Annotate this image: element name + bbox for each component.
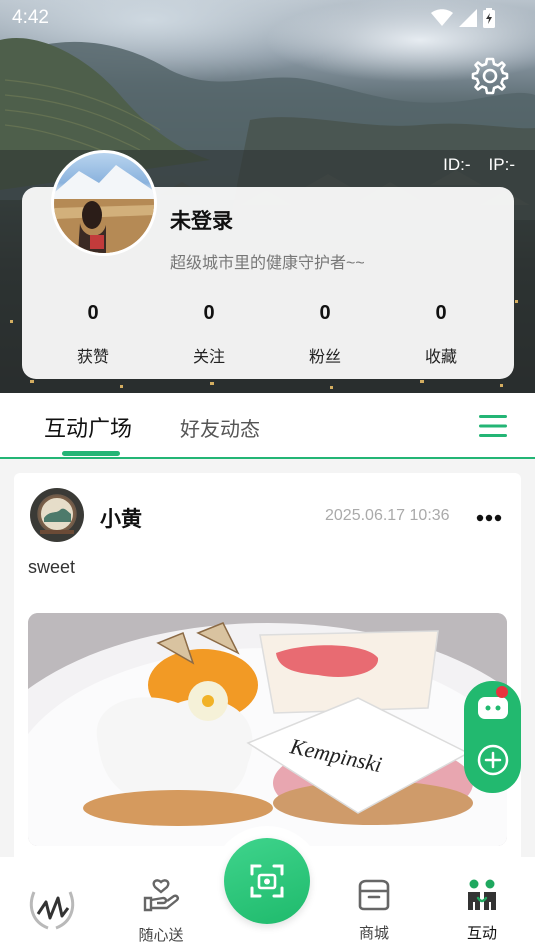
- stat-favorites[interactable]: 0 收藏: [401, 302, 481, 367]
- nav-item-gift[interactable]: 随心送: [130, 878, 192, 945]
- username[interactable]: 未登录: [170, 205, 233, 235]
- stat-likes[interactable]: 0 获赞: [53, 302, 133, 367]
- nav-label: 商城: [358, 925, 389, 942]
- tab-friends-feed[interactable]: 好友动态: [180, 413, 260, 442]
- shop-icon: [358, 879, 390, 911]
- post-image[interactable]: Kempinski: [28, 613, 507, 846]
- post-timestamp: 2025.06.17 10:36: [325, 507, 450, 524]
- chat-bot-button[interactable]: [476, 693, 510, 723]
- stat-value: 0: [203, 302, 215, 324]
- nav-label: 随心送: [138, 927, 184, 944]
- notification-dot: [496, 686, 508, 698]
- post-text: sweet: [28, 557, 76, 577]
- scan-button[interactable]: [224, 838, 310, 924]
- active-tab-indicator: [62, 451, 120, 456]
- post-more-button[interactable]: [476, 510, 502, 522]
- gift-hand-icon: [143, 879, 179, 912]
- nav-item-shop[interactable]: 商城: [344, 878, 404, 943]
- stat-label: 粉丝: [308, 349, 341, 366]
- hamburger-icon: [479, 415, 507, 437]
- more-dots-icon: [476, 514, 502, 522]
- menu-button[interactable]: [479, 414, 507, 438]
- gear-icon: [471, 57, 509, 95]
- post-author-name[interactable]: 小黄: [100, 503, 142, 533]
- user-avatar[interactable]: [51, 150, 157, 256]
- battery-icon: [483, 8, 495, 28]
- status-bar: 4:42: [0, 0, 535, 36]
- settings-button[interactable]: [470, 56, 510, 96]
- status-icons: [431, 8, 495, 28]
- floating-actions: [464, 681, 521, 793]
- people-icon: [468, 879, 496, 910]
- nav-item-home[interactable]: [22, 882, 82, 938]
- add-post-button[interactable]: [476, 743, 510, 777]
- scan-icon: [250, 864, 284, 898]
- stat-label: 获赞: [76, 349, 109, 366]
- status-time: 4:42: [12, 7, 49, 28]
- user-id-label: ID:-: [443, 155, 471, 174]
- stat-followers[interactable]: 0 粉丝: [285, 302, 365, 367]
- id-ip-info: ID:- IP:-: [443, 155, 515, 175]
- post-author-avatar[interactable]: [30, 488, 84, 542]
- nav-label: 互动: [466, 925, 497, 942]
- signal-icon: [459, 9, 477, 27]
- stat-value: 0: [435, 302, 447, 324]
- stat-value: 0: [87, 302, 99, 324]
- stat-value: 0: [319, 302, 331, 324]
- wifi-icon: [431, 9, 453, 26]
- tab-interaction-square[interactable]: 互动广场: [44, 411, 132, 443]
- stat-label: 收藏: [424, 349, 457, 366]
- feed-tabs: 互动广场 好友动态: [0, 393, 535, 459]
- nav-item-interact[interactable]: 互动: [452, 878, 512, 943]
- stat-following[interactable]: 0 关注: [169, 302, 249, 367]
- stat-label: 关注: [192, 349, 225, 366]
- user-bio: 超级城市里的健康守护者~~: [170, 255, 365, 272]
- ip-label: IP:-: [488, 155, 515, 174]
- brand-logo-icon: [29, 891, 75, 930]
